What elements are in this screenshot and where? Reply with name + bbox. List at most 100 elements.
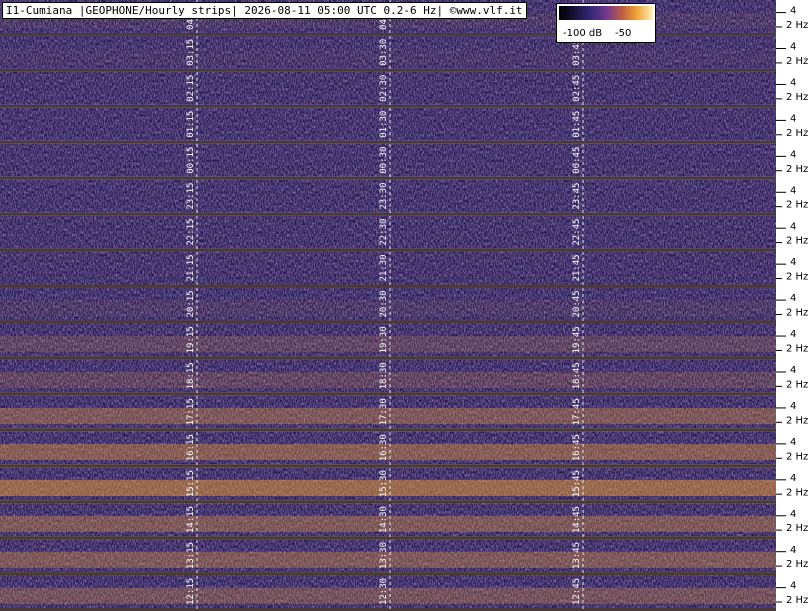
spectrogram-plot: 04:1504:3004:4542 Hz03:1503:3003:4542 Hz… bbox=[0, 0, 812, 611]
axis-tick-high: 4 bbox=[790, 78, 796, 89]
strip-time-label: 22:45 bbox=[572, 219, 582, 246]
axis-tick-high: 4 bbox=[790, 509, 796, 520]
axis-tick-high: 4 bbox=[790, 113, 796, 124]
axis-tick-low: 2 Hz bbox=[786, 344, 808, 355]
strip-divider bbox=[0, 32, 776, 36]
strip-time-label: 14:15 bbox=[186, 506, 196, 533]
axis-tick-high: 4 bbox=[790, 257, 796, 268]
axis-tick-low: 2 Hz bbox=[786, 308, 808, 319]
strip-time-label: 20:45 bbox=[572, 290, 582, 317]
strip-time-label: 18:15 bbox=[186, 362, 196, 389]
strip-time-label: 17:45 bbox=[572, 398, 582, 425]
strip-time-label: 23:15 bbox=[186, 183, 196, 210]
strip-time-label: 14:30 bbox=[379, 506, 389, 533]
axis-tick-high: 4 bbox=[790, 473, 796, 484]
axis-tick-high: 4 bbox=[790, 42, 796, 53]
strip-time-label: 00:45 bbox=[572, 147, 582, 174]
strip-time-label: 20:15 bbox=[186, 290, 196, 317]
axis-tick-low: 2 Hz bbox=[786, 20, 808, 31]
strip-time-label: 12:30 bbox=[379, 578, 389, 605]
strip-time-label: 20:30 bbox=[379, 290, 389, 317]
strip-divider bbox=[0, 500, 776, 504]
strip-time-label: 13:15 bbox=[186, 542, 196, 569]
strip-time-label: 19:45 bbox=[572, 326, 582, 353]
strip-time-label: 19:15 bbox=[186, 326, 196, 353]
strip-time-label: 03:30 bbox=[379, 39, 389, 66]
strip-divider bbox=[0, 536, 776, 540]
strip-13: 15:15 15:30 15:45 4 2 Hz bbox=[0, 467, 812, 504]
strip-time-label: 21:15 bbox=[186, 254, 196, 281]
axis-tick-high: 4 bbox=[790, 185, 796, 196]
axis-tick-low: 2 Hz bbox=[786, 523, 808, 534]
strip-time-label: 15:15 bbox=[186, 470, 196, 497]
strip-time-label: 00:15 bbox=[186, 147, 196, 174]
colorbar-gradient bbox=[559, 6, 653, 20]
strip-14: 14:15 14:30 14:45 4 2 Hz bbox=[0, 503, 812, 540]
strip-time-label: 16:45 bbox=[572, 434, 582, 461]
axis-tick-high: 4 bbox=[790, 545, 796, 556]
strip-9: 19:15 19:30 19:45 4 2 Hz bbox=[0, 323, 812, 360]
strip-divider bbox=[0, 320, 776, 324]
strip-2: 02:15 02:30 02:45 4 2 Hz bbox=[0, 71, 812, 108]
strip-time-label: 17:15 bbox=[186, 398, 196, 425]
axis-tick-high: 4 bbox=[790, 329, 796, 340]
strip-time-label: 00:30 bbox=[379, 147, 389, 174]
colorbar-legend: -100 dB -50 bbox=[556, 3, 656, 43]
strip-time-label: 03:15 bbox=[186, 39, 196, 66]
strip-8: 20:15 20:30 20:45 4 2 Hz bbox=[0, 287, 812, 324]
strip-11: 17:15 17:30 17:45 4 2 Hz bbox=[0, 395, 812, 432]
axis-tick-low: 2 Hz bbox=[786, 56, 808, 67]
axis-tick-low: 2 Hz bbox=[786, 200, 808, 211]
strip-time-label: 15:45 bbox=[572, 470, 582, 497]
strip-time-label: 16:15 bbox=[186, 434, 196, 461]
colorbar-min-label: -100 dB bbox=[563, 28, 603, 39]
strip-4: 00:15 00:30 00:45 4 2 Hz bbox=[0, 143, 812, 180]
strip-6: 22:15 22:30 22:45 4 2 Hz bbox=[0, 215, 812, 252]
colorbar-max-label: -50 bbox=[615, 28, 632, 39]
strip-time-label: 23:45 bbox=[572, 183, 582, 210]
strip-divider bbox=[0, 356, 776, 360]
strip-time-label: 12:15 bbox=[186, 578, 196, 605]
axis-tick-low: 2 Hz bbox=[786, 451, 808, 462]
axis-tick-high: 4 bbox=[790, 437, 796, 448]
strip-time-label: 22:30 bbox=[379, 219, 389, 246]
strip-divider bbox=[0, 572, 776, 576]
axis-tick-low: 2 Hz bbox=[786, 559, 808, 570]
axis-tick-low: 2 Hz bbox=[786, 415, 808, 426]
strip-12: 16:15 16:30 16:45 4 2 Hz bbox=[0, 431, 812, 468]
strip-divider bbox=[0, 284, 776, 288]
strip-divider bbox=[0, 464, 776, 468]
strip-5: 23:15 23:30 23:45 4 2 Hz bbox=[0, 179, 812, 216]
strip-16: 12:15 12:30 12:45 4 2 Hz bbox=[0, 575, 812, 611]
axis-tick-low: 2 Hz bbox=[786, 92, 808, 103]
axis-tick-high: 4 bbox=[790, 581, 796, 592]
strip-divider bbox=[0, 104, 776, 108]
axis-tick-low: 2 Hz bbox=[786, 164, 808, 175]
strip-7: 21:15 21:30 21:45 4 2 Hz bbox=[0, 251, 812, 288]
strip-10: 18:15 18:30 18:45 4 2 Hz bbox=[0, 359, 812, 396]
strip-time-label: 21:30 bbox=[379, 254, 389, 281]
strip-time-label: 14:45 bbox=[572, 506, 582, 533]
strip-divider bbox=[0, 140, 776, 144]
axis-tick-high: 4 bbox=[790, 293, 796, 304]
strip-divider bbox=[0, 248, 776, 252]
strip-time-label: 02:15 bbox=[186, 75, 196, 102]
strip-time-label: 02:45 bbox=[572, 75, 582, 102]
strip-15: 13:15 13:30 13:45 4 2 Hz bbox=[0, 539, 812, 576]
strip-time-label: 15:30 bbox=[379, 470, 389, 497]
axis-tick-high: 4 bbox=[790, 221, 796, 232]
strip-time-label: 01:15 bbox=[186, 111, 196, 138]
strip-time-label: 22:15 bbox=[186, 219, 196, 246]
axis-tick-high: 4 bbox=[790, 149, 796, 160]
axis-tick-high: 4 bbox=[790, 6, 796, 17]
axis-tick-high: 4 bbox=[790, 365, 796, 376]
strip-time-label: 17:30 bbox=[379, 398, 389, 425]
strip-time-label: 18:30 bbox=[379, 362, 389, 389]
chart-title: I1-Cumiana |GEOPHONE/Hourly strips| 2026… bbox=[2, 2, 527, 19]
strip-divider bbox=[0, 392, 776, 396]
strip-time-label: 13:45 bbox=[572, 542, 582, 569]
axis-tick-low: 2 Hz bbox=[786, 595, 808, 606]
axis-tick-low: 2 Hz bbox=[786, 379, 808, 390]
strip-time-label: 02:30 bbox=[379, 75, 389, 102]
strip-time-label: 13:30 bbox=[379, 542, 389, 569]
